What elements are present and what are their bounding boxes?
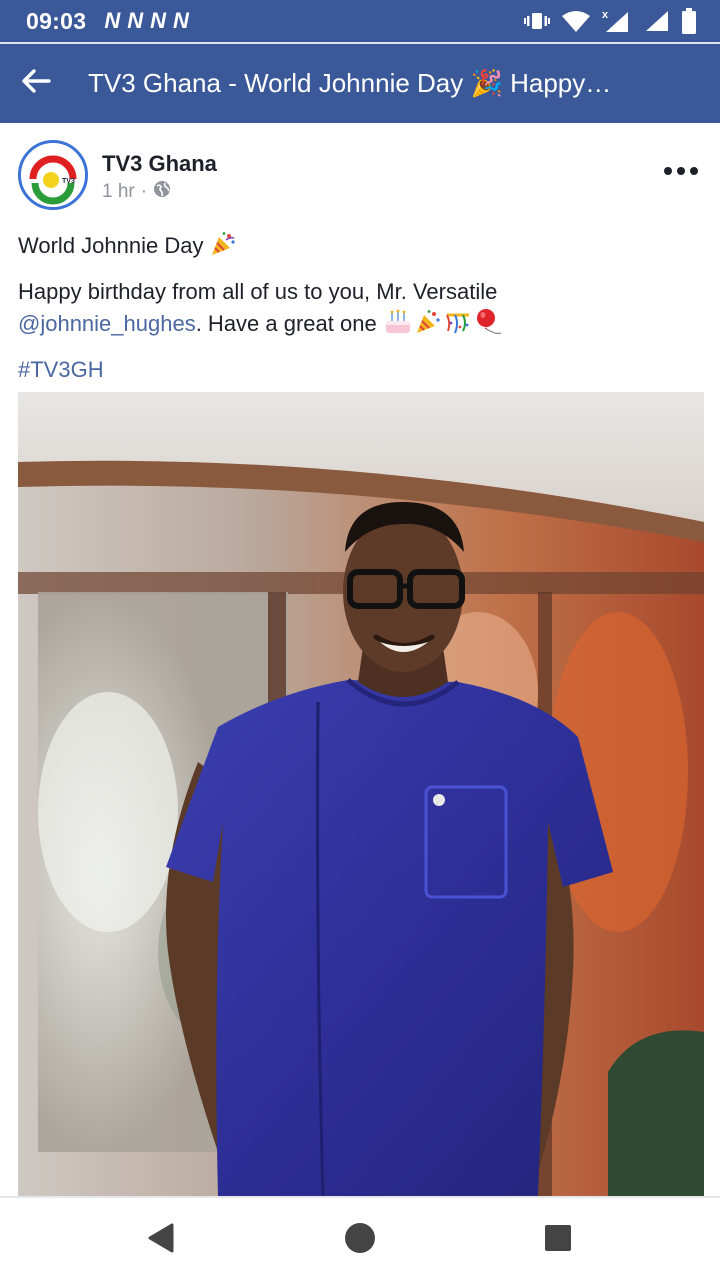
back-triangle-icon xyxy=(146,1223,174,1258)
post-line-3: @johnnie_hughes. Have a great one xyxy=(18,308,708,344)
notification-icon: N xyxy=(127,8,143,33)
dot xyxy=(690,167,698,175)
post-line-1: World Johnnie Day xyxy=(18,230,708,266)
system-nav-bar xyxy=(0,1198,720,1280)
svg-text:TV3: TV3 xyxy=(62,178,75,185)
signal-x-icon: x xyxy=(602,8,632,34)
party-popper-emoji xyxy=(210,231,236,266)
notification-icon: N xyxy=(173,8,189,33)
post-photo[interactable] xyxy=(18,392,704,1196)
dot xyxy=(664,167,672,175)
wifi-icon xyxy=(562,10,590,32)
post-line-3-text: . Have a great one xyxy=(195,311,377,336)
page-name[interactable]: TV3 Ghana xyxy=(102,151,217,177)
confetti-emoji xyxy=(443,309,473,344)
vibrate-icon xyxy=(524,11,550,31)
balloon-emoji xyxy=(473,309,503,344)
home-circle-icon xyxy=(344,1222,376,1259)
recents-square-icon xyxy=(544,1224,572,1257)
post-line-4: #TV3GH xyxy=(18,354,708,386)
meta-separator: · xyxy=(140,181,148,202)
post-heading: World Johnnie Day xyxy=(18,233,204,258)
birthday-cake-emoji xyxy=(383,309,413,344)
svg-text:x: x xyxy=(602,9,609,21)
back-arrow-icon xyxy=(21,68,51,99)
notification-icon: N xyxy=(104,8,120,33)
status-bar: 09:03 N N N N x xyxy=(0,0,720,42)
nav-home-button[interactable] xyxy=(340,1220,380,1260)
post-time[interactable]: 1 hr xyxy=(102,181,135,203)
page-title: TV3 Ghana - World Johnnie Day 🎉 Happy… xyxy=(88,68,612,98)
back-button[interactable] xyxy=(0,44,72,123)
dot xyxy=(677,167,685,175)
nav-recents-button[interactable] xyxy=(538,1220,578,1260)
post-header: TV3 TV3 Ghana 1 hr · xyxy=(0,123,720,223)
man-in-blue-shirt-photo xyxy=(18,392,704,1196)
hashtag-link[interactable]: #TV3GH xyxy=(18,357,104,382)
tv3-logo-icon: TV3 xyxy=(21,143,85,207)
battery-icon xyxy=(682,8,696,34)
globe-icon xyxy=(153,180,171,204)
post-line-2: Happy birthday from all of us to you, Mr… xyxy=(18,279,498,304)
post-text: World Johnnie Day Happy birthday from al… xyxy=(18,230,708,386)
party-popper-emoji xyxy=(413,309,443,344)
app-bar: TV3 Ghana - World Johnnie Day 🎉 Happy… xyxy=(0,44,720,123)
nav-back-button[interactable] xyxy=(140,1220,180,1260)
notification-icon: N xyxy=(150,8,166,33)
mention-link[interactable]: @johnnie_hughes xyxy=(18,311,196,336)
more-options-button[interactable] xyxy=(664,161,698,181)
notification-icons: N N N N xyxy=(104,8,189,34)
avatar[interactable]: TV3 xyxy=(18,140,88,210)
post-meta: 1 hr · xyxy=(102,180,171,204)
signal-icon xyxy=(644,9,670,33)
status-time: 09:03 xyxy=(26,7,87,34)
